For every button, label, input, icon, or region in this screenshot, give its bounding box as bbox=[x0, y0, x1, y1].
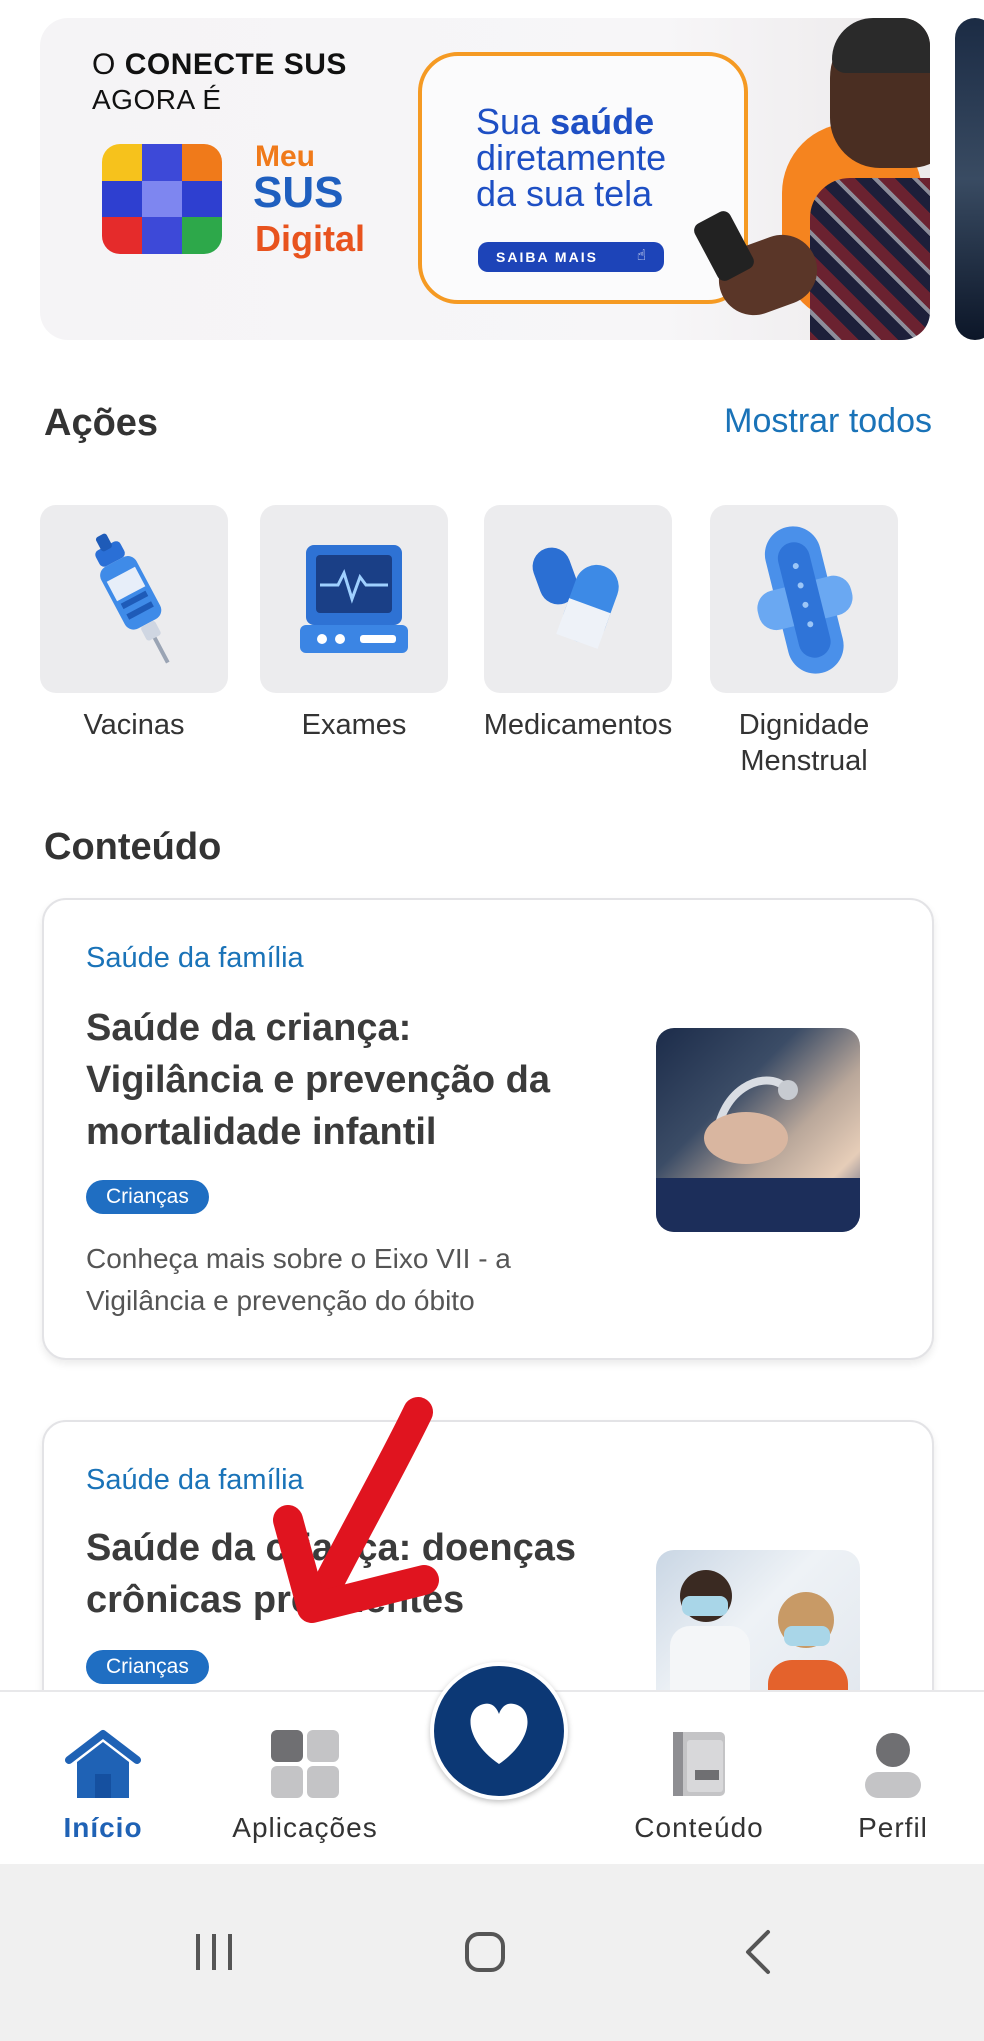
system-navigation-bar bbox=[0, 1864, 984, 2041]
home-button-icon[interactable] bbox=[445, 1912, 525, 1992]
pill-icon bbox=[484, 505, 672, 693]
card-thumbnail-image bbox=[656, 1028, 860, 1232]
content-card[interactable]: Saúde da família Saúde da criança: Vigil… bbox=[42, 898, 934, 1360]
action-exames[interactable]: Exames bbox=[244, 505, 464, 743]
tagline-line-3: da sua tela bbox=[476, 173, 653, 214]
pointer-hand-icon: ☝ bbox=[636, 247, 648, 264]
banner-tagline-box: Sua saúde diretamente da sua tela SAIBA … bbox=[418, 52, 748, 304]
book-icon bbox=[661, 1726, 737, 1802]
action-label: Dignidade Menstrual bbox=[738, 709, 870, 777]
card-title: Saúde da criança: Vigilância e prevenção… bbox=[86, 1007, 550, 1153]
apps-grid-icon bbox=[267, 1726, 343, 1802]
mostrar-todos-link[interactable]: Mostrar todos bbox=[724, 402, 932, 441]
nav-inicio[interactable]: Início bbox=[8, 1726, 198, 1844]
section-title-conteudo: Conteúdo bbox=[44, 826, 222, 868]
pad-icon bbox=[710, 505, 898, 693]
action-vacinas[interactable]: Vacinas bbox=[24, 505, 244, 743]
section-title-acoes: Ações bbox=[44, 402, 159, 444]
banner-meu-sus-digital[interactable]: O CONECTE SUS AGORA É Meu SUS Digital Su… bbox=[40, 18, 930, 340]
saiba-mais-button[interactable]: SAIBA MAIS ☝ bbox=[478, 242, 664, 272]
action-dignidade-menstrual[interactable]: Dignidade Menstrual bbox=[694, 505, 914, 779]
meu-sus-digital-logo-icon bbox=[102, 144, 222, 254]
user-icon bbox=[855, 1726, 931, 1802]
action-medicamentos[interactable]: Medicamentos bbox=[468, 505, 688, 743]
nav-perfil[interactable]: Perfil bbox=[798, 1726, 984, 1844]
action-label: Vacinas bbox=[83, 709, 185, 741]
banner-person-hair bbox=[832, 18, 930, 73]
card-description: Conheça mais sobre o Eixo VII - a Vigilâ… bbox=[86, 1243, 511, 1316]
nav-aplicacoes[interactable]: Aplicações bbox=[210, 1726, 400, 1844]
action-label: Exames bbox=[301, 709, 407, 741]
tagline-line-2: diretamente bbox=[476, 137, 667, 178]
brand-sus: SUS bbox=[253, 168, 344, 217]
card-title: Saúde da criança: doenças crônicas preva… bbox=[86, 1527, 576, 1621]
card-category: Saúde da família bbox=[86, 942, 304, 974]
brand-digital: Digital bbox=[255, 218, 366, 259]
heart-icon bbox=[470, 1703, 528, 1764]
back-button-icon[interactable] bbox=[718, 1912, 798, 1992]
tagline-line-1: Sua saúde bbox=[476, 101, 655, 142]
card-tag: Crianças bbox=[86, 1180, 209, 1214]
actions-row: Vacinas Exames Medicamentos Dignidade Me… bbox=[40, 505, 944, 777]
favorites-fab-button[interactable] bbox=[430, 1662, 568, 1800]
action-label: Medicamentos bbox=[483, 709, 673, 741]
banner-next-slide[interactable] bbox=[955, 18, 984, 340]
banner-carousel[interactable]: O CONECTE SUS AGORA É Meu SUS Digital Su… bbox=[0, 0, 984, 360]
recent-apps-icon[interactable] bbox=[174, 1912, 254, 1992]
banner-headline: O CONECTE SUS bbox=[92, 48, 347, 81]
card-tag: Crianças bbox=[86, 1650, 209, 1684]
card-category: Saúde da família bbox=[86, 1464, 304, 1496]
banner-person-image bbox=[810, 178, 930, 340]
nav-conteudo[interactable]: Conteúdo bbox=[604, 1726, 794, 1844]
home-icon bbox=[65, 1726, 141, 1802]
banner-subheadline: AGORA É bbox=[92, 84, 222, 115]
monitor-icon bbox=[260, 505, 448, 693]
syringe-icon bbox=[40, 505, 228, 693]
